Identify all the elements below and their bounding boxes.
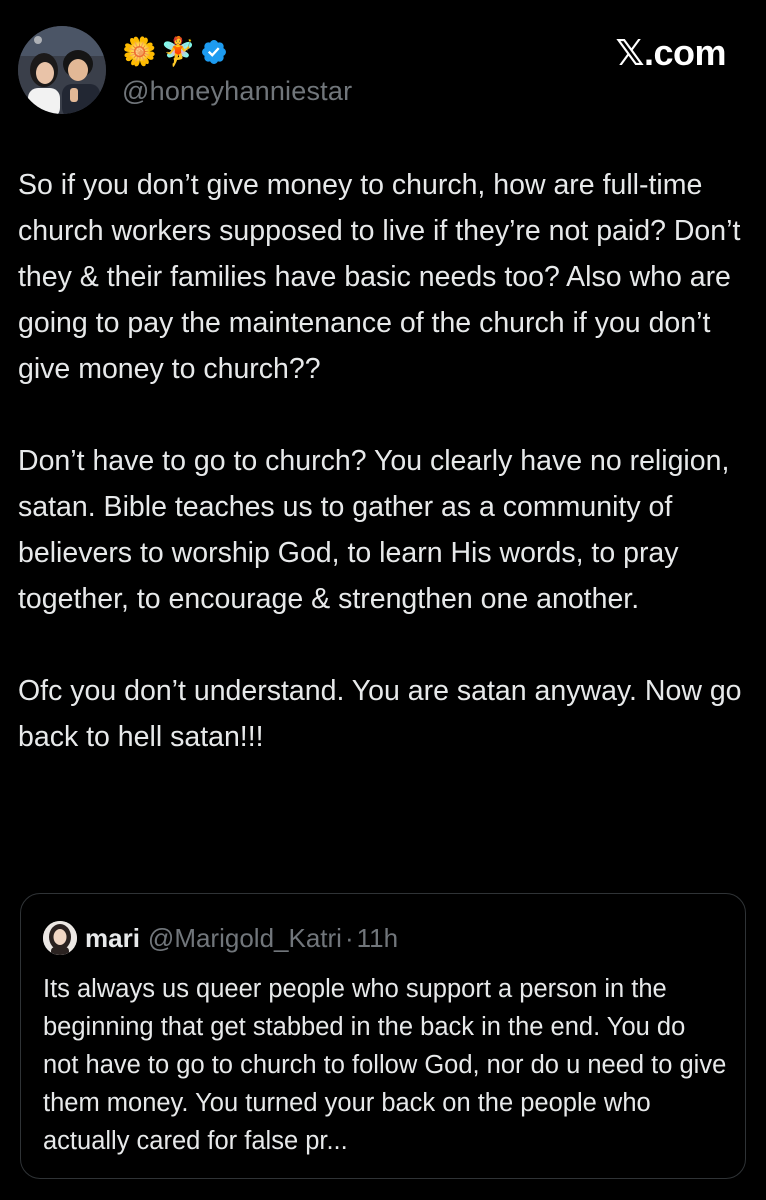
quoted-user-name[interactable]: mari (85, 923, 140, 954)
author-handle[interactable]: @honeyhanniestar (122, 76, 352, 107)
site-watermark: 𝕏.com (615, 32, 726, 73)
tweet-body: So if you don’t give money to church, ho… (18, 162, 748, 806)
tweet-paragraph: Ofc you don’t understand. You are satan … (18, 675, 742, 753)
quoted-user-avatar[interactable] (43, 921, 77, 955)
tweet-paragraph: Don’t have to go to church? You clearly … (18, 445, 730, 615)
quoted-tweet-card[interactable]: mari @Marigold_Katri · 11h Its always us… (20, 893, 746, 1179)
quoted-tweet-time[interactable]: 11h (357, 923, 398, 954)
author-avatar[interactable] (18, 26, 106, 114)
tweet-paragraph: So if you don’t give money to church, ho… (18, 169, 741, 385)
quoted-user-handle[interactable]: @Marigold_Katri (148, 923, 342, 954)
quoted-tweet-header: mari @Marigold_Katri · 11h (43, 920, 398, 956)
verified-badge-icon (201, 40, 226, 64)
avatar-icon (43, 921, 77, 955)
profile-photo-icon (18, 26, 106, 114)
quoted-tweet-text: Its always us queer people who support a… (43, 975, 727, 1155)
fairy-emoji: 🧚 (160, 35, 196, 68)
separator-dot: · (344, 922, 354, 953)
tweet-header: 🌼 🧚 @honeyhanniestar 𝕏.com (18, 26, 748, 116)
author-name-row: 🌼 🧚 (122, 34, 228, 70)
sunflower-emoji: 🌼 (122, 35, 157, 68)
